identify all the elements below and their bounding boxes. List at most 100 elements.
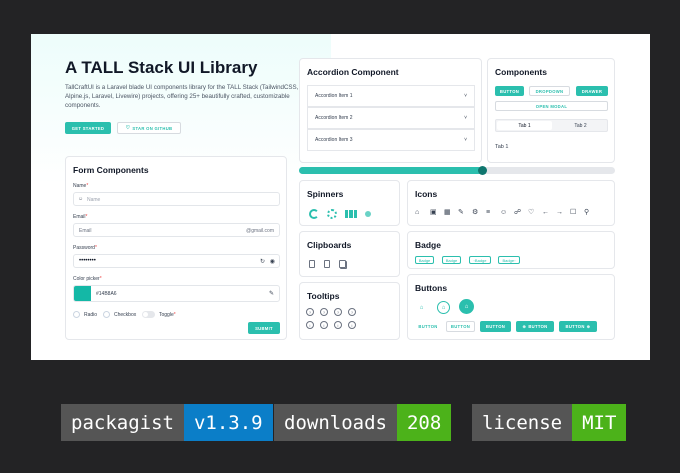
tab-2[interactable]: Tab 2	[553, 121, 608, 130]
color-picker-label: Color picker*	[73, 276, 102, 282]
color-picker-input[interactable]: #14B8A6 ✎	[73, 285, 280, 302]
dots-spinner-icon	[327, 209, 337, 219]
home-icon-button-filled[interactable]: ⌂	[459, 299, 474, 314]
packagist-shield[interactable]: packagist v1.3.9	[61, 404, 273, 441]
outline-button[interactable]: BUTTON	[446, 321, 475, 332]
toggle-knob	[143, 312, 148, 317]
radio-label: Radio	[84, 312, 98, 318]
chevron-down-icon: ˅	[464, 93, 467, 99]
drawer-button[interactable]: DRAWER	[576, 86, 608, 96]
home-icon: ⌂	[441, 304, 446, 311]
info-icon[interactable]: i	[306, 321, 314, 329]
hero-description: TallCraftUI is a Laravel blade UI compon…	[65, 84, 299, 109]
button-demo[interactable]: BUTTON	[495, 86, 524, 96]
ring-spinner-icon	[309, 209, 319, 219]
question-icon[interactable]: ?	[320, 308, 328, 316]
form-components-card: Form Components Name* ☺ Name Email* Emai…	[65, 156, 287, 340]
copy-icon[interactable]	[339, 260, 346, 268]
spinners-card: Spinners	[299, 180, 400, 226]
eye-icon[interactable]: ◉	[270, 258, 275, 265]
accordion-item[interactable]: Accordion Item 2 ˅	[307, 107, 475, 129]
home-icon-button[interactable]: ⌂	[415, 301, 428, 314]
chat-icon: ☐	[570, 209, 577, 216]
home-icon-button-outline[interactable]: ⌂	[437, 301, 450, 314]
search-icon: ⚲	[584, 209, 590, 216]
badge-card: Badge Badge Badge ◦ Badge Badge ◦	[407, 231, 615, 269]
shield-label: packagist	[61, 404, 184, 441]
tooltips-title: Tooltips	[307, 291, 340, 301]
shield-label: license	[472, 404, 573, 441]
tooltips-card: Tooltips ? ? ? ? i i i i	[299, 282, 400, 340]
icons-title: Icons	[415, 189, 438, 199]
toggle-switch[interactable]	[142, 311, 155, 318]
refresh-icon[interactable]: ↻	[260, 258, 265, 265]
badge: Badge	[442, 256, 461, 264]
paintbrush-icon[interactable]: ✎	[269, 290, 274, 297]
github-icon: ♡	[125, 125, 131, 131]
star-on-github-button[interactable]: ♡ STAR ON GITHUB	[117, 122, 181, 134]
dropdown-button[interactable]: DROPDOWN	[529, 86, 570, 96]
downloads-shield[interactable]: downloads 208	[274, 404, 452, 441]
spinners-title: Spinners	[307, 189, 344, 199]
info-icon[interactable]: i	[320, 321, 328, 329]
info-icon[interactable]: i	[334, 321, 342, 329]
email-suffix: @gmail.com	[246, 228, 274, 234]
progress-bar	[299, 166, 615, 175]
clipboard-icon[interactable]	[309, 260, 315, 268]
solid-button[interactable]: BUTTON	[480, 321, 511, 332]
trash-icon: ▣	[430, 209, 437, 216]
bars-spinner-icon	[345, 210, 357, 218]
question-icon[interactable]: ?	[306, 308, 314, 316]
shield-label: downloads	[274, 404, 397, 441]
icon-left-button[interactable]: ⊕ BUTTON	[516, 321, 554, 332]
question-icon[interactable]: ?	[334, 308, 342, 316]
get-started-button[interactable]: GET STARTED	[65, 122, 111, 134]
submit-button[interactable]: SUBMIT	[248, 322, 280, 334]
close-icon: ◦	[514, 257, 516, 263]
tab-1[interactable]: Tab 1	[497, 121, 552, 130]
name-input[interactable]: ☺ Name	[73, 192, 280, 206]
text-button[interactable]: BUTTON	[415, 321, 441, 332]
form-title: Form Components	[73, 165, 149, 175]
pulse-spinner-icon	[365, 211, 371, 217]
progress-knob[interactable]	[478, 166, 488, 175]
color-swatch[interactable]	[74, 286, 91, 301]
chevron-down-icon: ˅	[464, 137, 467, 143]
document-icon[interactable]	[324, 260, 330, 268]
badge-title: Badge	[415, 240, 441, 250]
progress-fill	[299, 167, 483, 174]
arrow-right-icon: →	[556, 209, 563, 216]
toggle-label: Toggle*	[159, 312, 176, 318]
accordion-item[interactable]: Accordion Item 1 ˅	[307, 85, 475, 107]
password-input[interactable]: •••••••• ↻ ◉	[73, 254, 280, 268]
tab-content: Tab 1	[495, 144, 509, 150]
open-modal-button[interactable]: OPEN MODAL	[495, 101, 608, 111]
icon-right-button[interactable]: BUTTON ⊕	[559, 321, 597, 332]
email-input[interactable]: Email @gmail.com	[73, 223, 280, 237]
radio-button[interactable]	[73, 311, 80, 318]
home-icon: ⌂	[415, 209, 420, 216]
accordion-item[interactable]: Accordion Item 3 ˅	[307, 129, 475, 151]
buttons-title: Buttons	[415, 283, 448, 293]
checkbox[interactable]	[103, 311, 110, 318]
email-label: Email*	[73, 214, 88, 220]
icons-card: Icons ⌂ ▣ ▦ ✎ ⚙ ≡ ☺ ☍ ♡ ← → ☐ ⚲	[407, 180, 615, 226]
info-icon[interactable]: i	[348, 321, 356, 329]
clipboards-card: Clipboards	[299, 231, 400, 277]
user-icon: ☺	[78, 196, 84, 202]
plus-circle-icon: ⊕	[522, 324, 527, 329]
badge: Badge	[415, 256, 434, 264]
heart-icon: ♡	[528, 209, 535, 216]
badge-with-icon: ◦ Badge	[469, 256, 491, 264]
question-icon[interactable]: ?	[348, 308, 356, 316]
inbox-icon: ☍	[514, 209, 522, 216]
menu-icon: ≡	[486, 209, 491, 216]
name-label: Name*	[73, 183, 89, 189]
accordion-card: Accordion Component Accordion Item 1 ˅ Ac…	[299, 58, 482, 163]
home-icon: ⌂	[464, 303, 469, 310]
license-shield[interactable]: license MIT	[472, 404, 627, 441]
tab-bar: Tab 1 Tab 2	[495, 119, 608, 132]
badge-with-icon: Badge ◦	[498, 256, 520, 264]
shield-value: MIT	[572, 404, 627, 441]
chevron-down-icon: ˅	[464, 115, 467, 121]
